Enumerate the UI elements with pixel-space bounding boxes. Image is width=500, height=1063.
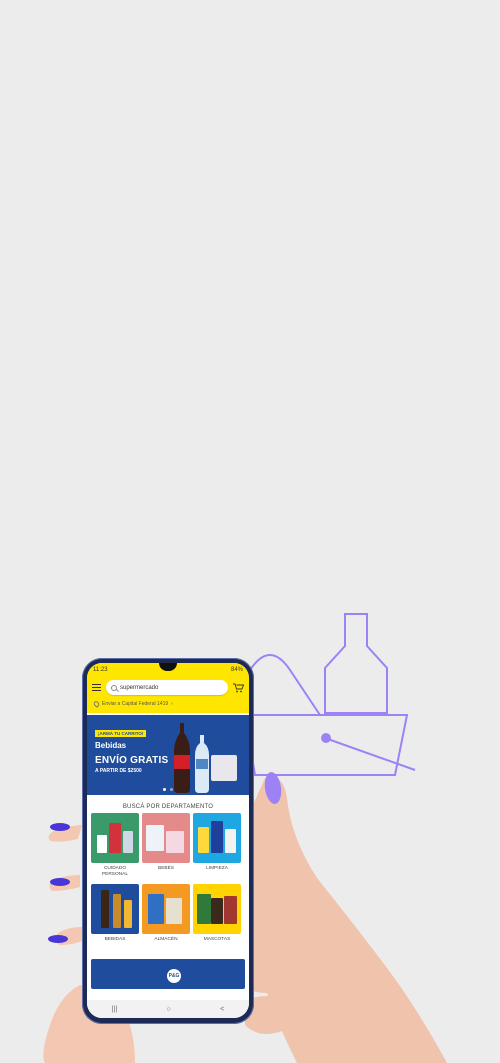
department-tile-cuidado-personal[interactable]: CUIDADO PERSONAL: [91, 813, 139, 882]
department-image: [91, 884, 139, 934]
carousel-dots[interactable]: [87, 788, 249, 791]
banner-title: Bebidas: [95, 741, 127, 750]
carousel-dot-active[interactable]: [163, 788, 166, 791]
department-image: [142, 813, 190, 863]
department-tile-bebidas[interactable]: BEBIDAS: [91, 884, 139, 953]
status-time: 11:23: [93, 666, 108, 673]
hamburger-menu-icon[interactable]: [92, 684, 101, 691]
app-header: supermercado: [87, 676, 249, 698]
department-tile-bebes[interactable]: BEBÉS: [142, 813, 190, 882]
search-icon: [111, 684, 117, 691]
brand-promo-banner[interactable]: P&G: [91, 959, 245, 989]
department-image: [142, 884, 190, 934]
carousel-dot[interactable]: [170, 788, 173, 791]
departments-title: BUSCÁ POR DEPARTAMENTO: [122, 804, 214, 810]
department-tile-mascotas[interactable]: MASCOTAS: [193, 884, 241, 953]
home-icon[interactable]: ○: [167, 1006, 171, 1013]
department-tile-almacen[interactable]: ALMACÉN: [142, 884, 190, 953]
department-label: LIMPIEZA: [206, 866, 228, 871]
search-value: supermercado: [120, 684, 159, 691]
cola-bottle-image: [174, 723, 190, 793]
location-pin-icon: [92, 700, 101, 708]
department-label: BEBIDAS: [104, 937, 126, 942]
banner-tag: ¡ARMÁ TU CARRITO!: [95, 730, 147, 737]
coffee-box-image: [211, 755, 237, 781]
department-image: [91, 813, 139, 863]
address-text: Enviar a Capital Federal 1419: [102, 701, 169, 707]
departments-grid: CUIDADO PERSONAL BEBÉS LIMPIEZA BEBIDAS …: [87, 813, 249, 953]
water-bottle-image: [195, 735, 209, 793]
recent-apps-icon[interactable]: |||: [112, 1006, 117, 1013]
chevron-right-icon: ›: [171, 701, 173, 707]
promo-banner[interactable]: ¡ARMÁ TU CARRITO! Bebidas ENVÍO GRATIS A…: [87, 715, 249, 795]
smartphone: 11:23 84% supermercado Enviar a Capital …: [82, 658, 254, 1024]
department-label: MASCOTAS: [203, 937, 231, 942]
status-battery: 84%: [230, 666, 243, 673]
brand-logo: P&G: [167, 969, 181, 983]
department-label: CUIDADO PERSONAL: [101, 866, 129, 877]
android-navbar: ||| ○ <: [87, 1000, 249, 1018]
department-label: BEBÉS: [158, 866, 174, 871]
back-icon[interactable]: <: [220, 1006, 224, 1013]
cart-icon[interactable]: [233, 683, 244, 693]
phone-screen: 11:23 84% supermercado Enviar a Capital …: [87, 663, 249, 1018]
banner-subline: A PARTIR DE $2500: [95, 768, 142, 774]
department-label: ALMACÉN: [154, 937, 178, 942]
department-tile-limpieza[interactable]: LIMPIEZA: [193, 813, 241, 882]
basket-illustration: [243, 613, 416, 776]
right-hand-illustration: [245, 772, 447, 1063]
department-image: [193, 884, 241, 934]
search-input[interactable]: supermercado: [106, 680, 228, 695]
banner-headline: ENVÍO GRATIS: [95, 755, 169, 766]
department-image: [193, 813, 241, 863]
delivery-address[interactable]: Enviar a Capital Federal 1419 ›: [87, 698, 249, 713]
